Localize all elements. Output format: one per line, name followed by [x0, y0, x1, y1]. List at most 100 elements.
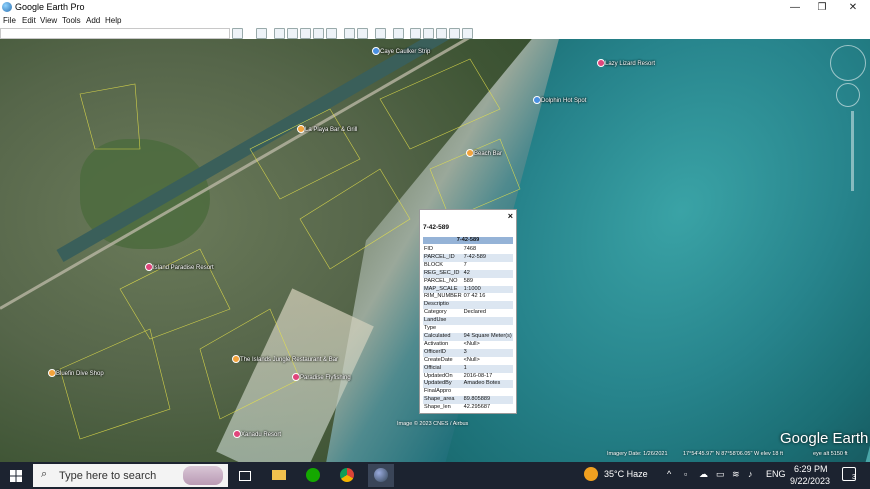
attribute-key: RIM_NUMBER: [424, 293, 462, 300]
attribute-key: Shape_area: [423, 396, 463, 405]
attribute-value: 3: [462, 348, 513, 357]
move-joystick-icon[interactable]: [836, 83, 860, 107]
attribute-table: FID 7468 PARCEL_ID 7-42-589 BLOCK 7 REG_SEC_ID…: [423, 246, 513, 412]
attribute-value: 42.295687: [463, 404, 491, 411]
task-view-icon[interactable]: [232, 464, 258, 487]
place-label[interactable]: Xanadu Resort: [241, 432, 281, 438]
weather-icon[interactable]: [584, 467, 598, 481]
place-label[interactable]: Bluefin Dive Shop: [56, 371, 104, 377]
clock-date[interactable]: 9/22/2023: [790, 476, 830, 486]
look-compass-icon[interactable]: [830, 45, 866, 81]
attribute-row: LandUse: [423, 317, 513, 326]
historical-imagery-icon[interactable]: [344, 28, 355, 39]
place-label[interactable]: Beach Bar: [474, 151, 502, 157]
google-earth-taskbar-icon[interactable]: [368, 464, 394, 487]
attribute-row: MAP_SCALE 1:1000: [423, 285, 513, 294]
attribute-value: Amadeo Botes: [462, 380, 513, 389]
place-pin-icon[interactable]: [597, 59, 605, 67]
zoom-slider[interactable]: [851, 111, 854, 191]
menu-tools[interactable]: Tools: [62, 16, 81, 25]
windows-start-icon[interactable]: [10, 469, 22, 482]
attribute-row: FID 7468: [423, 246, 513, 254]
attribute-value: Declared: [463, 309, 486, 316]
eye-altitude: eye alt 5150 ft: [813, 451, 848, 457]
place-pin-icon[interactable]: [233, 430, 241, 438]
parcel-info-balloon: × 7-42-589 7-42-589 FID 7468 PARCEL_ID 7-42…: [419, 209, 517, 414]
path-icon[interactable]: [300, 28, 311, 39]
weather-text[interactable]: 35°C Haze: [604, 469, 648, 479]
ruler-icon[interactable]: [393, 28, 404, 39]
menu-help[interactable]: Help: [105, 16, 121, 25]
speaker-icon[interactable]: ♪: [748, 469, 753, 479]
minimize-button[interactable]: —: [780, 0, 810, 15]
menu-view[interactable]: View: [40, 16, 57, 25]
restore-button[interactable]: ❐: [807, 0, 837, 15]
title-bar: Google Earth Pro — ❐ ✕: [0, 0, 870, 15]
balloon-title: 7-42-589: [423, 224, 450, 231]
coordinates-readout: 17°54'45.97" N 87°58'06.05" W elev 18 ft: [683, 451, 783, 457]
cloud-icon[interactable]: ☁: [699, 469, 708, 480]
image-overlay-icon[interactable]: [313, 28, 324, 39]
view-in-maps-icon[interactable]: [449, 28, 460, 39]
attribute-row: REG_SEC_ID 42: [423, 269, 513, 278]
place-pin-icon[interactable]: [372, 47, 380, 55]
sidebar-toggle-icon[interactable]: [256, 28, 267, 39]
close-icon[interactable]: ×: [508, 211, 513, 221]
attribute-value: 1:1000: [462, 285, 513, 294]
balloon-header: 7-42-589: [423, 237, 513, 244]
menu-edit[interactable]: Edit: [22, 16, 36, 25]
place-pin-icon[interactable]: [297, 125, 305, 133]
place-label[interactable]: La Playa Bar & Grill: [305, 127, 357, 133]
menu-file[interactable]: File: [3, 16, 16, 25]
attribute-row: Calculated 94 Square Meter(s): [423, 332, 513, 341]
close-button[interactable]: ✕: [838, 0, 868, 15]
earth-gallery-icon[interactable]: [462, 28, 473, 39]
attribute-row: Official 1: [423, 364, 513, 373]
save-image-icon[interactable]: [436, 28, 447, 39]
attribute-key: PARCEL_ID: [423, 253, 463, 262]
place-label[interactable]: Island Paradise Resort: [153, 265, 214, 271]
battery-icon[interactable]: ▭: [716, 469, 725, 480]
attribute-key: Type: [424, 325, 437, 332]
place-label[interactable]: Dolphin Hot Spot: [541, 98, 586, 104]
attribute-key: Descriptio: [423, 301, 463, 310]
record-tour-icon[interactable]: [326, 28, 337, 39]
attribute-value: 7: [463, 261, 467, 268]
print-icon[interactable]: [423, 28, 434, 39]
place-pin-icon[interactable]: [232, 355, 240, 363]
attribute-value: 89.805889: [462, 396, 513, 405]
place-label[interactable]: Caye Caulker Strip: [380, 49, 430, 55]
polygon-icon[interactable]: [287, 28, 298, 39]
place-pin-icon[interactable]: [48, 369, 56, 377]
chevron-up-icon[interactable]: ^: [667, 469, 671, 479]
tray-app-icon[interactable]: ▫: [684, 469, 687, 479]
search-panel-input[interactable]: [0, 28, 230, 39]
search-icon[interactable]: [232, 28, 243, 39]
file-explorer-icon[interactable]: [266, 464, 292, 487]
place-pin-icon[interactable]: [145, 263, 153, 271]
place-label[interactable]: Lazy Lizard Resort: [605, 61, 655, 67]
place-pin-icon[interactable]: [292, 373, 300, 381]
planet-icon[interactable]: [375, 28, 386, 39]
attribute-key: PARCEL_NO: [424, 277, 458, 284]
place-pin-icon[interactable]: [533, 96, 541, 104]
google-earth-brand: Google Earth: [780, 430, 869, 447]
place-pin-icon[interactable]: [466, 149, 474, 157]
menu-add[interactable]: Add: [86, 16, 100, 25]
placemark-icon[interactable]: [274, 28, 285, 39]
upwork-icon[interactable]: [300, 464, 326, 487]
attribute-row: RIM_NUMBER 07 42 16: [423, 293, 513, 301]
attribute-key: LandUse: [423, 317, 463, 326]
attribute-value: 94 Square Meter(s): [462, 332, 513, 341]
language-indicator[interactable]: ENG: [766, 469, 786, 479]
place-label[interactable]: Paradise Flyfishing: [300, 375, 351, 381]
email-icon[interactable]: [410, 28, 421, 39]
clock-time[interactable]: 6:29 PM: [794, 464, 828, 474]
attribute-key: FID: [424, 246, 434, 252]
place-label[interactable]: The Islands Jungle Restaurant & Bar: [240, 357, 338, 363]
sunlight-icon[interactable]: [357, 28, 368, 39]
wifi-icon[interactable]: ≋: [732, 469, 740, 480]
taskbar-search-box[interactable]: ⌕ Type here to search: [33, 464, 228, 487]
google-earth-logo-icon: [2, 2, 12, 12]
chrome-icon[interactable]: [334, 464, 360, 487]
